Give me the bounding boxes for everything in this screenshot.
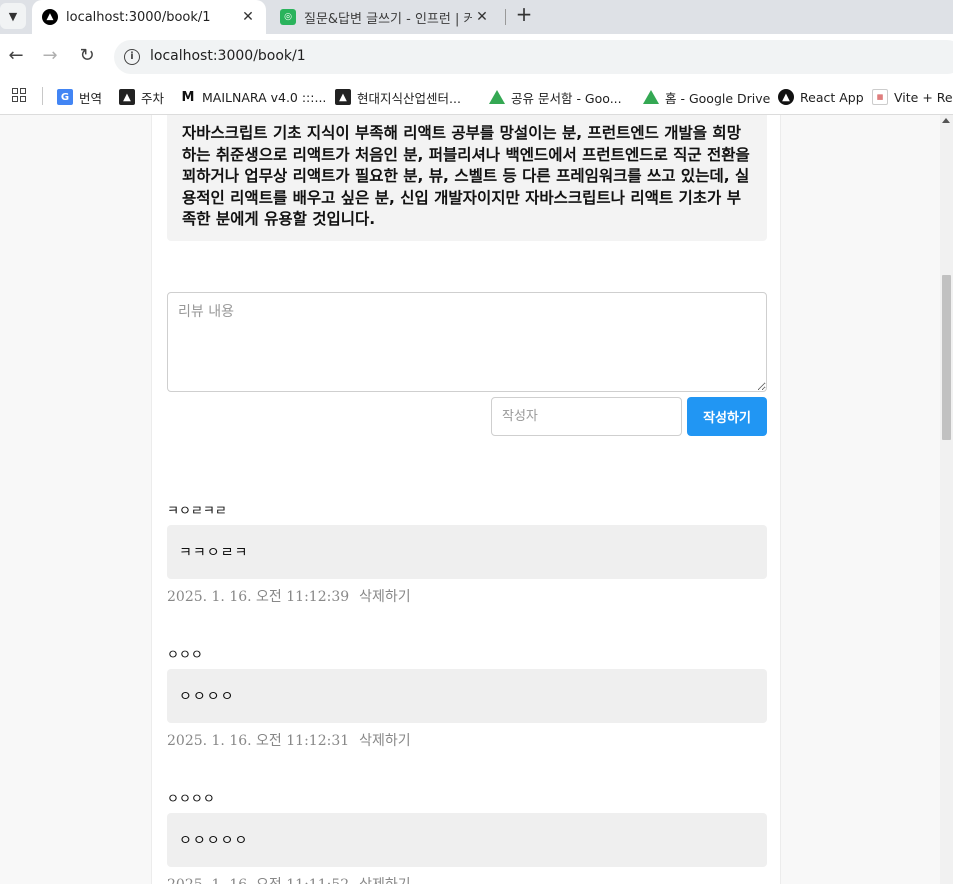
scrollbar-thumb[interactable]: [942, 275, 951, 440]
reload-icon[interactable]: ↻: [75, 44, 99, 68]
review-meta: 2025. 1. 16. 오전 11:12:31 삭제하기: [167, 730, 767, 750]
bookmark-item[interactable]: M MAILNARA v4.0 :::...: [180, 79, 327, 115]
scroll-up-arrow-icon[interactable]: [942, 118, 950, 123]
review-content-input[interactable]: [167, 292, 767, 392]
review-date: 2025. 1. 16. 오전 11:11:52: [167, 874, 349, 884]
google-drive-icon: [643, 90, 659, 104]
tab-localhost[interactable]: ▲ localhost:3000/book/1 ✕: [32, 0, 266, 34]
review-date: 2025. 1. 16. 오전 11:12:31: [167, 733, 350, 749]
triangle-logo-icon: ▲: [335, 89, 351, 105]
submit-review-button[interactable]: 작성하기: [687, 397, 767, 436]
site-logo-icon: ▲: [42, 9, 58, 25]
page-scrollbar[interactable]: [940, 115, 953, 884]
page-viewport: 자바스크립트 기초 지식이 부족해 리액트 공부를 망설이는 분, 프런트엔드 …: [0, 115, 940, 884]
book-detail-page: 자바스크립트 기초 지식이 부족해 리액트 공부를 망설이는 분, 프런트엔드 …: [151, 115, 781, 884]
google-translate-icon: G: [57, 89, 73, 105]
tab-title: localhost:3000/book/1: [66, 9, 211, 25]
site-info-icon[interactable]: i: [124, 49, 140, 65]
review-content: ㅇㅇㅇㅇㅇ: [167, 813, 767, 867]
review-content: ㅇㅇㅇㅇ: [167, 669, 767, 723]
back-arrow-icon[interactable]: ←: [4, 44, 28, 68]
apps-grid-icon[interactable]: [12, 88, 26, 102]
new-tab-button[interactable]: +: [512, 3, 536, 27]
react-icon: ▲: [778, 89, 794, 105]
review-item: ㅇㅇㅇㅇ ㅇㅇㅇㅇㅇ 2025. 1. 16. 오전 11:11:52 삭제하기: [167, 788, 767, 884]
writer-input[interactable]: [491, 397, 682, 436]
bookmark-item[interactable]: G 번역: [57, 79, 102, 115]
close-icon[interactable]: ✕: [238, 9, 258, 25]
forward-arrow-icon[interactable]: →: [38, 44, 62, 68]
tab-search-chevron-icon[interactable]: ▼: [0, 3, 26, 29]
browser-toolbar: ← → ↻ i localhost:3000/book/1: [0, 34, 953, 79]
bookmark-item[interactable]: ▲ 주차: [119, 79, 164, 115]
bookmarks-divider: [42, 87, 43, 105]
bookmark-item[interactable]: ▦Vite + React: [872, 79, 953, 115]
tab-strip: ▼ ▲ localhost:3000/book/1 ✕ ◎ 질문&답변 글쓰기 …: [0, 0, 953, 34]
vite-icon: ▦: [872, 89, 888, 105]
mail-icon: M: [181, 89, 195, 105]
bookmark-item[interactable]: ▲ React App: [778, 79, 864, 115]
review-author: ㅇㅇㅇ: [167, 648, 203, 663]
review-meta: 2025. 1. 16. 오전 11:11:52 삭제하기: [167, 874, 767, 884]
google-drive-icon: [489, 90, 505, 104]
address-bar[interactable]: i localhost:3000/book/1: [114, 40, 953, 74]
review-content: ㅋㅋㅇㄹㅋ: [167, 525, 767, 579]
url-text[interactable]: localhost:3000/book/1: [150, 48, 306, 64]
delete-review-button[interactable]: 삭제하기: [359, 874, 411, 884]
delete-review-button[interactable]: 삭제하기: [359, 586, 411, 606]
review-meta: 2025. 1. 16. 오전 11:12:39 삭제하기: [167, 586, 767, 606]
review-author: ㅋㅇㄹㅋㄹ: [167, 504, 227, 519]
book-description: 자바스크립트 기초 지식이 부족해 리액트 공부를 망설이는 분, 프런트엔드 …: [167, 115, 767, 241]
bookmark-item[interactable]: 홈 - Google Drive: [643, 79, 770, 115]
tab-divider: [505, 9, 506, 25]
tab-title: 질문&답변 글쓰기 - 인프런 | 커: [304, 11, 472, 27]
close-icon[interactable]: ✕: [472, 9, 492, 25]
review-author: ㅇㅇㅇㅇ: [167, 792, 215, 807]
tab-inflearn[interactable]: ◎ 질문&답변 글쓰기 - 인프런 | 커 ✕: [270, 0, 500, 34]
triangle-logo-icon: ▲: [119, 89, 135, 105]
bookmark-item[interactable]: 공유 문서함 - Goo...: [489, 79, 622, 115]
bookmark-item[interactable]: ▲ 현대지식산업센터...: [335, 79, 461, 115]
inflearn-logo-icon: ◎: [280, 9, 296, 25]
bookmarks-bar: G 번역 ▲ 주차 M MAILNARA v4.0 :::... ▲ 현대지식산업센터.…: [0, 79, 953, 115]
review-item: ㅇㅇㅇ ㅇㅇㅇㅇ 2025. 1. 16. 오전 11:12:31 삭제하기: [167, 644, 767, 750]
review-item: ㅋㅇㄹㅋㄹ ㅋㅋㅇㄹㅋ 2025. 1. 16. 오전 11:12:39 삭제하…: [167, 500, 767, 606]
review-date: 2025. 1. 16. 오전 11:12:39: [167, 589, 350, 605]
delete-review-button[interactable]: 삭제하기: [359, 730, 411, 750]
